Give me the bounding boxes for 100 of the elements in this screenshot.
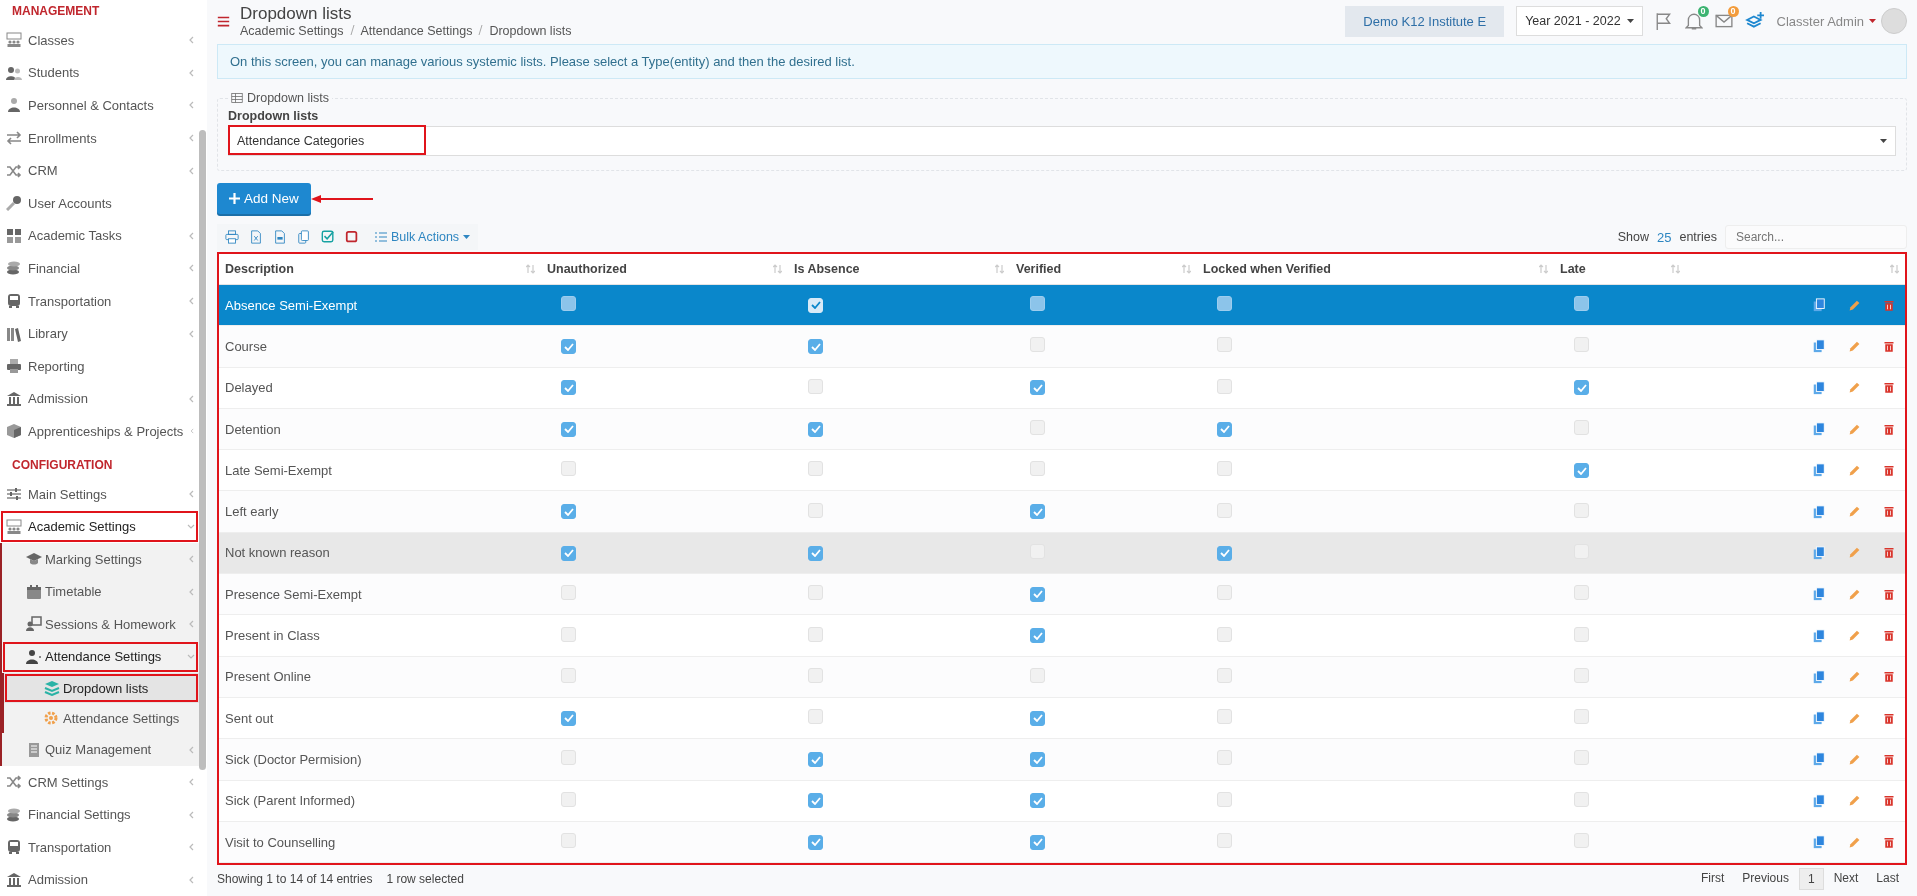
checkbox[interactable] [1030,834,1045,850]
table-row[interactable]: Sick (Doctor Permision) [219,738,1905,781]
scrollbar[interactable] [199,130,206,770]
table-row[interactable]: Sent out [219,697,1905,739]
sidebar-item[interactable]: Attendance Settings [4,703,199,734]
column-header[interactable]: Is Absence [794,262,860,276]
sidebar-item[interactable]: Academic Tasks [0,219,199,253]
pagination-link[interactable]: Next [1825,868,1867,891]
checkbox[interactable] [561,545,576,561]
breadcrumb-link[interactable]: Academic Settings [240,23,344,38]
checkbox[interactable] [1030,752,1045,768]
checkbox[interactable] [808,421,823,437]
trash-icon [1883,835,1895,849]
breadcrumb-link[interactable]: Attendance Settings [360,23,473,38]
sidebar-item[interactable]: Admission [0,863,199,896]
institute-button[interactable]: Demo K12 Institute E [1345,5,1505,37]
checkbox[interactable] [1574,463,1589,479]
checkbox[interactable] [1574,380,1589,396]
sidebar-item[interactable]: Attendance Settings [2,640,199,674]
checkbox[interactable] [1030,380,1045,396]
sort-icon[interactable] [995,264,1004,274]
checkbox[interactable] [561,339,576,355]
sidebar-item[interactable]: Classes [0,24,199,57]
table-row[interactable]: Delayed [219,367,1905,409]
sidebar-item[interactable]: Transportation [0,831,199,864]
sidebar-item[interactable]: Timetable [2,575,199,609]
column-header[interactable]: Locked when Verified [1203,262,1331,276]
table-row[interactable]: Visit to Counselling [219,821,1905,863]
checkbox[interactable] [808,339,823,355]
sort-icon[interactable] [526,264,535,274]
sidebar-item[interactable]: Enrollments [0,121,199,155]
sidebar-item[interactable]: Marking Settings [2,542,199,576]
checkbox[interactable] [808,793,823,809]
sidebar-item[interactable]: Sessions & Homework [2,608,199,641]
checkbox[interactable] [808,752,823,768]
table-row[interactable]: Absence Semi-Exempt [219,284,1905,326]
column-header[interactable]: Verified [1016,262,1062,276]
sidebar-item[interactable]: Reporting [0,349,199,383]
sort-icon[interactable] [1539,264,1548,274]
pagination-link[interactable]: Previous [1734,868,1797,891]
sidebar-item[interactable]: Library [0,317,199,350]
sidebar-item[interactable]: Academic Settings [0,510,199,543]
checkbox[interactable] [808,834,823,850]
table-row[interactable]: Left early [219,491,1905,533]
pagination-link[interactable]: 1 [1798,868,1824,891]
table-row[interactable]: Sick (Parent Informed) [219,780,1905,822]
breadcrumb-link[interactable]: Dropdown lists [489,23,572,38]
checkbox[interactable] [561,421,576,437]
sort-icon[interactable] [1182,264,1191,274]
column-header[interactable]: Description [225,262,294,276]
sidebar-item[interactable]: Transportation [0,284,199,318]
pagination-link[interactable]: Last [1868,868,1907,891]
checkbox[interactable] [1217,296,1232,312]
sort-icon[interactable] [773,264,782,274]
bulk-actions-button[interactable]: Bulk Actions [367,224,479,250]
list-dropdown[interactable]: Attendance Categories [228,126,1896,156]
column-header[interactable]: Late [1560,262,1586,276]
table-row[interactable]: Presence Semi-Exempt [219,573,1905,615]
checkbox[interactable] [561,710,576,726]
checkbox[interactable] [1030,586,1045,602]
year-dropdown[interactable]: Year 2021 - 2022 [1516,6,1643,36]
table-row[interactable]: Late Semi-Exempt [219,449,1905,491]
search-field[interactable]: Search... [1725,225,1907,249]
trash-icon [1883,629,1895,642]
sort-icon[interactable] [1890,264,1899,274]
sidebar-item[interactable]: Financial [0,252,199,285]
sidebar-item[interactable]: CRM Settings [0,765,199,799]
checkbox[interactable] [1030,710,1045,726]
table-row[interactable]: Course [219,325,1905,368]
sidebar-item[interactable]: Admission [0,382,199,416]
checkbox[interactable] [1574,296,1589,312]
avatar[interactable] [1881,8,1907,34]
pagination-link[interactable]: First [1692,868,1733,891]
sidebar-item[interactable]: Main Settings [0,477,199,511]
sort-icon[interactable] [1671,264,1680,274]
table-row[interactable]: Present in Class [219,614,1905,657]
table-row[interactable]: Detention [219,408,1905,450]
checkbox[interactable] [561,380,576,396]
sidebar-item[interactable]: Personnel & Contacts [0,89,199,122]
sidebar-item[interactable]: Quiz Management [2,733,199,766]
checkbox[interactable] [1217,421,1232,437]
checkbox[interactable] [1030,504,1045,520]
sidebar-item[interactable]: Apprenticeships & Projects [0,415,199,448]
checkbox[interactable] [561,296,576,312]
page-size-select[interactable]: 25 [1657,229,1672,245]
add-new-button[interactable]: Add New [217,183,311,214]
checkbox[interactable] [1217,545,1232,561]
sidebar-item[interactable]: User Accounts [0,186,199,220]
checkbox[interactable] [1030,793,1045,809]
table-row[interactable]: Not known reason [219,532,1905,574]
checkbox[interactable] [1030,296,1045,312]
sidebar-item[interactable]: Dropdown lists [4,673,199,704]
sidebar-item[interactable]: CRM [0,154,199,187]
sidebar-item[interactable]: Students [0,56,199,90]
column-header[interactable]: Unauthorized [547,262,627,276]
checkbox[interactable] [561,504,576,520]
checkbox[interactable] [808,545,823,561]
sidebar-item[interactable]: Financial Settings [0,798,199,832]
checkbox[interactable] [1030,628,1045,644]
copy-icon [1812,711,1826,726]
